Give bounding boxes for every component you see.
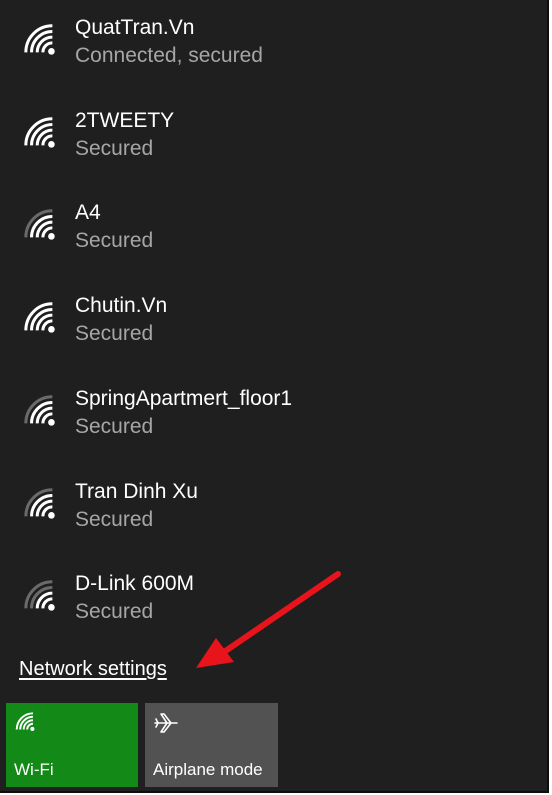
wifi-signal-icon: [24, 302, 55, 333]
network-name: 2TWEETY: [75, 109, 175, 132]
wifi-signal-icon: [24, 488, 55, 519]
wifi-toggle-tile[interactable]: Wi-Fi: [6, 703, 138, 787]
wifi-signal-icon: [24, 24, 55, 55]
network-status: Secured: [75, 137, 154, 160]
network-name: QuatTran.Vn: [75, 16, 195, 39]
network-status: Secured: [75, 415, 154, 438]
network-item[interactable]: D-Link 600M Secured: [0, 571, 547, 663]
network-name: A4: [75, 201, 101, 224]
wifi-signal-icon: [24, 395, 55, 426]
wifi-signal-icon: [24, 209, 55, 240]
network-name: Chutin.Vn: [75, 294, 168, 317]
network-item[interactable]: SpringApartmert_floor1 Secured: [0, 386, 547, 478]
network-status: Secured: [75, 508, 154, 531]
network-status: Secured: [75, 600, 154, 623]
network-name: D-Link 600M: [75, 572, 195, 595]
network-settings-link[interactable]: Network settings: [19, 656, 167, 682]
network-flyout: QuatTran.Vn Connected, secured 2TWEETY S…: [0, 0, 549, 793]
network-item[interactable]: A4 Secured: [0, 200, 547, 292]
network-status: Secured: [75, 322, 154, 345]
network-status: Connected, secured: [75, 44, 263, 67]
wifi-tile-label: Wi-Fi: [14, 760, 54, 779]
network-name: SpringApartmert_floor1: [75, 387, 293, 410]
network-item[interactable]: Tran Dinh Xu Secured: [0, 479, 547, 571]
network-item[interactable]: 2TWEETY Secured: [0, 108, 547, 200]
network-item[interactable]: Chutin.Vn Secured: [0, 293, 547, 385]
airplane-tile-label: Airplane mode: [153, 760, 263, 779]
network-status: Secured: [75, 229, 154, 252]
wifi-icon: [15, 712, 35, 731]
airplane-mode-tile[interactable]: Airplane mode: [145, 703, 278, 787]
network-item[interactable]: QuatTran.Vn Connected, secured: [0, 15, 547, 107]
wifi-signal-icon: [24, 580, 55, 611]
airplane-icon: [154, 713, 178, 733]
wifi-signal-icon: [24, 117, 55, 148]
network-name: Tran Dinh Xu: [75, 480, 198, 503]
